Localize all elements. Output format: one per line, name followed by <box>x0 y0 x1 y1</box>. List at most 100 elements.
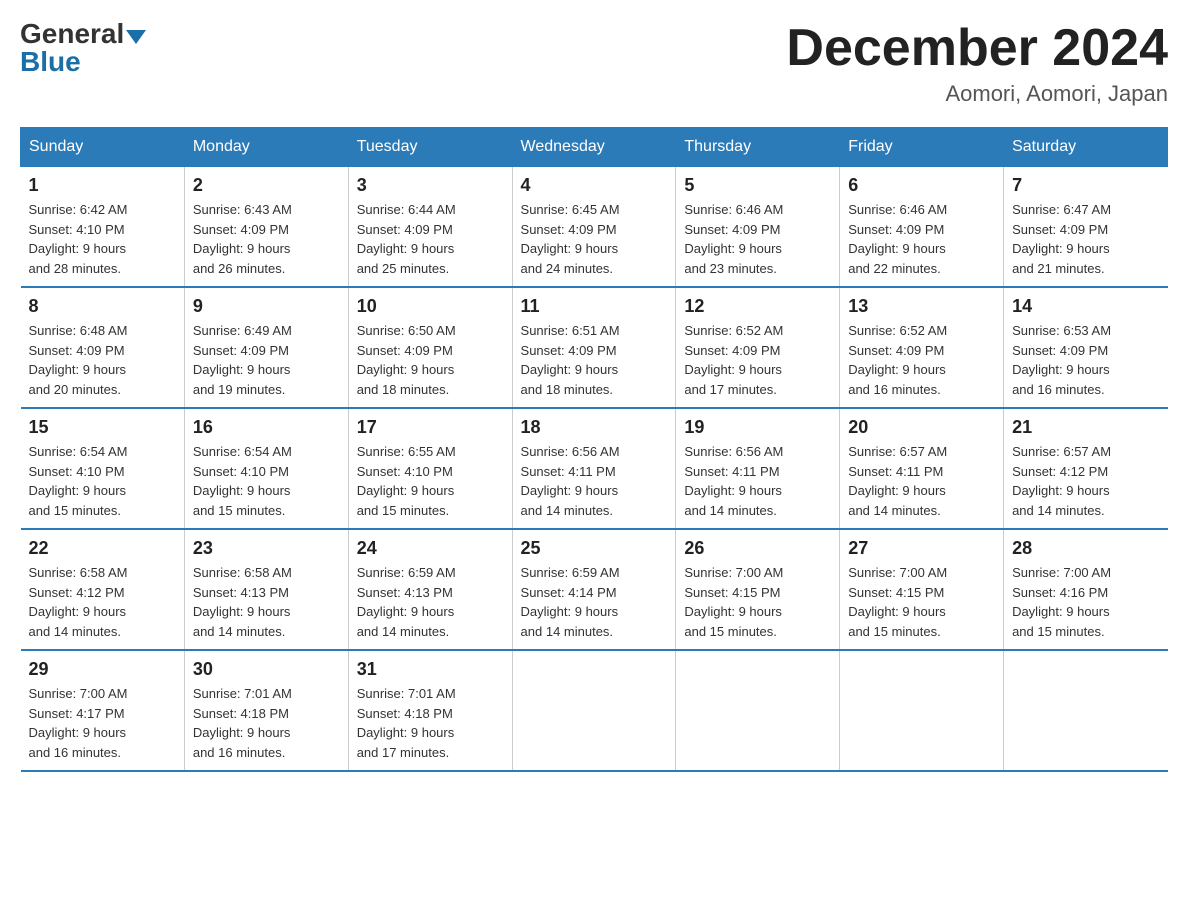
day-number: 3 <box>357 175 504 196</box>
calendar-cell <box>676 650 840 771</box>
logo: General Blue <box>20 20 146 76</box>
day-number: 31 <box>357 659 504 680</box>
day-number: 4 <box>521 175 668 196</box>
day-info: Sunrise: 7:00 AMSunset: 4:17 PMDaylight:… <box>29 684 176 762</box>
day-info: Sunrise: 6:55 AMSunset: 4:10 PMDaylight:… <box>357 442 504 520</box>
logo-triangle-icon <box>126 30 146 44</box>
day-info: Sunrise: 6:50 AMSunset: 4:09 PMDaylight:… <box>357 321 504 399</box>
day-number: 12 <box>684 296 831 317</box>
calendar-cell: 26 Sunrise: 7:00 AMSunset: 4:15 PMDayligh… <box>676 529 840 650</box>
day-info: Sunrise: 6:47 AMSunset: 4:09 PMDaylight:… <box>1012 200 1159 278</box>
day-number: 18 <box>521 417 668 438</box>
day-info: Sunrise: 6:53 AMSunset: 4:09 PMDaylight:… <box>1012 321 1159 399</box>
day-info: Sunrise: 6:46 AMSunset: 4:09 PMDaylight:… <box>684 200 831 278</box>
page-header: General Blue December 2024 Aomori, Aomor… <box>20 20 1168 107</box>
day-info: Sunrise: 7:01 AMSunset: 4:18 PMDaylight:… <box>193 684 340 762</box>
day-number: 19 <box>684 417 831 438</box>
day-info: Sunrise: 6:58 AMSunset: 4:12 PMDaylight:… <box>29 563 176 641</box>
day-number: 10 <box>357 296 504 317</box>
day-info: Sunrise: 6:52 AMSunset: 4:09 PMDaylight:… <box>848 321 995 399</box>
weekday-header-row: SundayMondayTuesdayWednesdayThursdayFrid… <box>21 128 1168 167</box>
month-title: December 2024 <box>786 20 1168 77</box>
day-info: Sunrise: 6:56 AMSunset: 4:11 PMDaylight:… <box>521 442 668 520</box>
day-info: Sunrise: 6:54 AMSunset: 4:10 PMDaylight:… <box>193 442 340 520</box>
calendar-cell: 4 Sunrise: 6:45 AMSunset: 4:09 PMDaylight… <box>512 167 676 288</box>
day-number: 22 <box>29 538 176 559</box>
day-info: Sunrise: 7:00 AMSunset: 4:15 PMDaylight:… <box>848 563 995 641</box>
calendar-cell: 22 Sunrise: 6:58 AMSunset: 4:12 PMDayligh… <box>21 529 185 650</box>
day-number: 1 <box>29 175 176 196</box>
calendar-table: SundayMondayTuesdayWednesdayThursdayFrid… <box>20 127 1168 772</box>
calendar-cell: 21 Sunrise: 6:57 AMSunset: 4:12 PMDayligh… <box>1004 408 1168 529</box>
calendar-cell: 17 Sunrise: 6:55 AMSunset: 4:10 PMDayligh… <box>348 408 512 529</box>
day-info: Sunrise: 6:42 AMSunset: 4:10 PMDaylight:… <box>29 200 176 278</box>
day-info: Sunrise: 6:56 AMSunset: 4:11 PMDaylight:… <box>684 442 831 520</box>
day-number: 25 <box>521 538 668 559</box>
calendar-cell: 12Sunrise: 6:52 AMSunset: 4:09 PMDayligh… <box>676 287 840 408</box>
calendar-cell: 24Sunrise: 6:59 AMSunset: 4:13 PMDayligh… <box>348 529 512 650</box>
day-info: Sunrise: 7:00 AMSunset: 4:16 PMDaylight:… <box>1012 563 1159 641</box>
day-number: 30 <box>193 659 340 680</box>
weekday-header-wednesday: Wednesday <box>512 128 676 167</box>
calendar-cell: 28 Sunrise: 7:00 AMSunset: 4:16 PMDayligh… <box>1004 529 1168 650</box>
location: Aomori, Aomori, Japan <box>786 81 1168 107</box>
week-row-3: 15 Sunrise: 6:54 AMSunset: 4:10 PMDayligh… <box>21 408 1168 529</box>
day-number: 9 <box>193 296 340 317</box>
day-info: Sunrise: 6:49 AMSunset: 4:09 PMDaylight:… <box>193 321 340 399</box>
title-section: December 2024 Aomori, Aomori, Japan <box>786 20 1168 107</box>
day-number: 29 <box>29 659 176 680</box>
day-number: 23 <box>193 538 340 559</box>
day-number: 7 <box>1012 175 1159 196</box>
day-info: Sunrise: 6:57 AMSunset: 4:12 PMDaylight:… <box>1012 442 1159 520</box>
calendar-cell <box>512 650 676 771</box>
calendar-cell <box>1004 650 1168 771</box>
calendar-cell: 7 Sunrise: 6:47 AMSunset: 4:09 PMDaylight… <box>1004 167 1168 288</box>
week-row-1: 1 Sunrise: 6:42 AMSunset: 4:10 PMDaylight… <box>21 167 1168 288</box>
calendar-cell: 1 Sunrise: 6:42 AMSunset: 4:10 PMDaylight… <box>21 167 185 288</box>
calendar-cell: 19 Sunrise: 6:56 AMSunset: 4:11 PMDayligh… <box>676 408 840 529</box>
logo-blue: Blue <box>20 48 81 76</box>
day-number: 21 <box>1012 417 1159 438</box>
calendar-cell: 29 Sunrise: 7:00 AMSunset: 4:17 PMDayligh… <box>21 650 185 771</box>
calendar-cell: 23Sunrise: 6:58 AMSunset: 4:13 PMDayligh… <box>184 529 348 650</box>
calendar-cell: 14Sunrise: 6:53 AMSunset: 4:09 PMDayligh… <box>1004 287 1168 408</box>
day-info: Sunrise: 6:45 AMSunset: 4:09 PMDaylight:… <box>521 200 668 278</box>
calendar-cell: 3 Sunrise: 6:44 AMSunset: 4:09 PMDaylight… <box>348 167 512 288</box>
day-number: 15 <box>29 417 176 438</box>
weekday-header-thursday: Thursday <box>676 128 840 167</box>
day-info: Sunrise: 6:48 AMSunset: 4:09 PMDaylight:… <box>29 321 176 399</box>
weekday-header-friday: Friday <box>840 128 1004 167</box>
calendar-cell: 9 Sunrise: 6:49 AMSunset: 4:09 PMDaylight… <box>184 287 348 408</box>
day-number: 28 <box>1012 538 1159 559</box>
day-info: Sunrise: 7:01 AMSunset: 4:18 PMDaylight:… <box>357 684 504 762</box>
day-number: 20 <box>848 417 995 438</box>
day-number: 2 <box>193 175 340 196</box>
day-info: Sunrise: 6:51 AMSunset: 4:09 PMDaylight:… <box>521 321 668 399</box>
day-info: Sunrise: 6:57 AMSunset: 4:11 PMDaylight:… <box>848 442 995 520</box>
calendar-cell: 16 Sunrise: 6:54 AMSunset: 4:10 PMDayligh… <box>184 408 348 529</box>
day-number: 17 <box>357 417 504 438</box>
logo-general: General <box>20 18 124 49</box>
week-row-2: 8 Sunrise: 6:48 AMSunset: 4:09 PMDaylight… <box>21 287 1168 408</box>
weekday-header-monday: Monday <box>184 128 348 167</box>
calendar-cell: 15Sunrise: 6:54 AMSunset: 4:10 PMDayligh… <box>21 408 185 529</box>
day-number: 5 <box>684 175 831 196</box>
day-number: 8 <box>29 296 176 317</box>
calendar-cell: 10 Sunrise: 6:50 AMSunset: 4:09 PMDayligh… <box>348 287 512 408</box>
calendar-cell: 30 Sunrise: 7:01 AMSunset: 4:18 PMDayligh… <box>184 650 348 771</box>
day-number: 27 <box>848 538 995 559</box>
day-info: Sunrise: 6:44 AMSunset: 4:09 PMDaylight:… <box>357 200 504 278</box>
calendar-cell: 18 Sunrise: 6:56 AMSunset: 4:11 PMDayligh… <box>512 408 676 529</box>
day-info: Sunrise: 6:43 AMSunset: 4:09 PMDaylight:… <box>193 200 340 278</box>
week-row-5: 29 Sunrise: 7:00 AMSunset: 4:17 PMDayligh… <box>21 650 1168 771</box>
day-info: Sunrise: 7:00 AMSunset: 4:15 PMDaylight:… <box>684 563 831 641</box>
day-info: Sunrise: 6:46 AMSunset: 4:09 PMDaylight:… <box>848 200 995 278</box>
day-number: 16 <box>193 417 340 438</box>
day-number: 24 <box>357 538 504 559</box>
weekday-header-saturday: Saturday <box>1004 128 1168 167</box>
calendar-cell <box>840 650 1004 771</box>
day-number: 11 <box>521 296 668 317</box>
calendar-cell: 13Sunrise: 6:52 AMSunset: 4:09 PMDayligh… <box>840 287 1004 408</box>
calendar-cell: 5 Sunrise: 6:46 AMSunset: 4:09 PMDaylight… <box>676 167 840 288</box>
day-number: 26 <box>684 538 831 559</box>
